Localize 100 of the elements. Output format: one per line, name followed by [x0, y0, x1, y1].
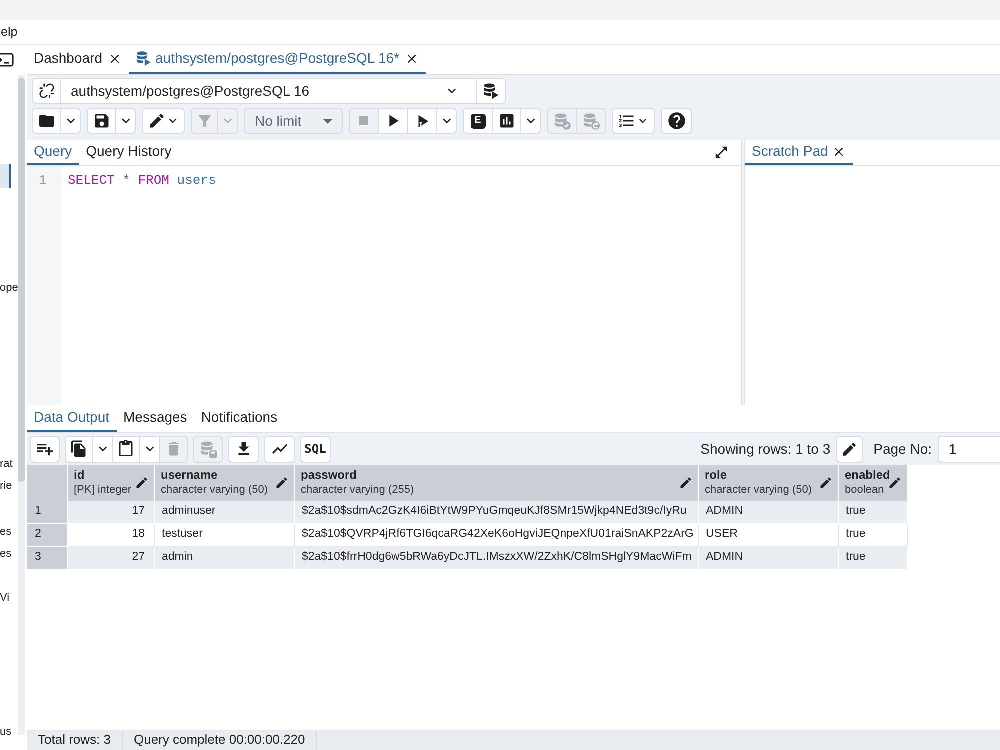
pencil-icon [840, 440, 858, 458]
dropdown-button[interactable] [60, 108, 81, 134]
execute-script-button[interactable] [407, 108, 437, 134]
maximize-button[interactable] [713, 144, 729, 160]
table-cell: ADMIN [699, 547, 839, 570]
database-undo-icon [582, 112, 600, 130]
open-file-button[interactable] [32, 108, 61, 134]
tree-item[interactable] [0, 164, 11, 188]
pencil-icon [148, 112, 166, 130]
expand-icon [714, 145, 728, 160]
row-limit-select[interactable]: No limit [244, 108, 343, 134]
tree-item[interactable]: rie [0, 475, 18, 497]
connection-select[interactable]: authsystem/postgres@PostgreSQL 16 [60, 78, 477, 104]
tree-item[interactable]: es [0, 521, 18, 543]
row-number[interactable]: 3 [27, 547, 68, 570]
line-number: 1 [39, 172, 47, 189]
page-number-field[interactable]: 1 [938, 436, 1000, 462]
column-type: boolean [845, 483, 884, 498]
execute-button[interactable] [378, 108, 408, 134]
table-cell: $2a$10$frrH0dg6w5bRWa6yDcJTL.IMszxXW/2ZxhK/C8lmSHglY9MacWiFm [295, 547, 699, 570]
edit-menu-button[interactable] [142, 108, 185, 134]
help-button[interactable] [661, 108, 692, 134]
tab[interactable]: Dashboard [27, 45, 128, 74]
help-icon [666, 111, 686, 131]
page-number-label: Page No: [874, 440, 932, 459]
macros-button[interactable] [612, 108, 655, 134]
clipboard-icon [117, 440, 135, 458]
list-icon [618, 112, 636, 130]
new-connection-button[interactable] [476, 78, 506, 104]
explain-analyze-button[interactable] [492, 108, 521, 134]
status-text: Query complete 00:00:00.220 [122, 730, 318, 750]
column-name: username [161, 468, 218, 483]
tab[interactable]: Messages [116, 405, 194, 432]
menu-item[interactable]: elp [0, 24, 24, 40]
row-number[interactable]: 2 [27, 524, 68, 547]
table-cell: admin [155, 547, 295, 570]
code-editor[interactable]: 1 SELECT * FROM users [27, 166, 741, 405]
table-cell: USER [699, 524, 839, 547]
rows-summary: Showing rows: 1 to 3 [700, 440, 831, 459]
scrollbar-thumb[interactable] [18, 78, 25, 482]
tab[interactable]: Query History [79, 140, 179, 165]
copy-button[interactable] [65, 436, 93, 462]
link-icon [38, 83, 54, 99]
column-type: character varying (50) [161, 483, 268, 498]
database-icon [136, 51, 150, 66]
table-cell: 18 [68, 524, 155, 547]
graph-button[interactable] [264, 436, 295, 462]
dropdown-button[interactable] [436, 108, 457, 134]
dropdown-button[interactable] [139, 436, 160, 462]
table-cell: ADMIN [699, 501, 839, 524]
download-button[interactable] [228, 436, 259, 462]
pencil-icon [888, 476, 902, 490]
dropdown-button[interactable] [520, 108, 541, 134]
column-name: role [705, 468, 728, 483]
connection-status-button[interactable] [32, 78, 61, 104]
tree-item[interactable]: us [0, 721, 18, 743]
tree-item[interactable]: rat [0, 453, 18, 475]
pencil-icon [275, 476, 289, 490]
add-row-button[interactable] [30, 436, 60, 462]
row-number[interactable]: 1 [27, 501, 68, 524]
table-cell: $2a$10$QVRP4jRf6TGI6qcaRG42XeK6oHgviJEQnpeXfU01raiSnAKP2zArG [295, 524, 699, 547]
save-file-button[interactable] [87, 108, 116, 134]
bar-chart-icon [498, 112, 516, 130]
pencil-icon [819, 476, 833, 490]
database-icon [483, 83, 499, 99]
table-cell: true [839, 501, 908, 524]
column-name: enabled [845, 468, 890, 483]
column-name: password [301, 468, 358, 483]
code-line: SELECT * FROM users [68, 172, 216, 189]
copy-icon [70, 440, 88, 458]
tree-item[interactable]: ope [0, 277, 18, 299]
paste-button[interactable] [112, 436, 140, 462]
database-save-icon [200, 440, 216, 458]
folder-icon [38, 112, 56, 130]
pencil-icon [135, 476, 149, 490]
pencil-icon [679, 476, 693, 490]
sql-button[interactable]: SQL [300, 436, 331, 462]
tab[interactable]: Notifications [194, 405, 285, 432]
terminal-icon[interactable] [0, 52, 15, 68]
table-cell: 17 [68, 501, 155, 524]
column-type: [PK] integer [74, 483, 132, 498]
column-type: character varying (255) [301, 483, 414, 498]
table-cell: true [839, 524, 908, 547]
caret-icon [323, 118, 333, 124]
column-type: character varying (50) [705, 483, 812, 498]
edit-rows-button[interactable] [836, 436, 863, 462]
explain-button[interactable]: E [463, 108, 493, 134]
column-name: id [74, 468, 85, 483]
dropdown-button[interactable] [115, 108, 136, 134]
table-cell: 27 [68, 547, 155, 570]
tree-item[interactable]: es [0, 543, 18, 565]
database-check-icon [554, 112, 570, 130]
dropdown-button[interactable] [92, 436, 113, 462]
tree-item[interactable]: Vi [0, 587, 18, 609]
table-cell: $2a$10$sdmAc2GzK4I6iBtYtW9PYuGmqeuKJf8SMr15Wjkp4NEd3t9c/IyRu [295, 501, 699, 524]
save-icon [92, 112, 110, 130]
table-cell: true [839, 547, 908, 570]
status-text: Total rows: 3 [27, 730, 123, 750]
table-cell: adminuser [155, 501, 295, 524]
table-cell: testuser [155, 524, 295, 547]
